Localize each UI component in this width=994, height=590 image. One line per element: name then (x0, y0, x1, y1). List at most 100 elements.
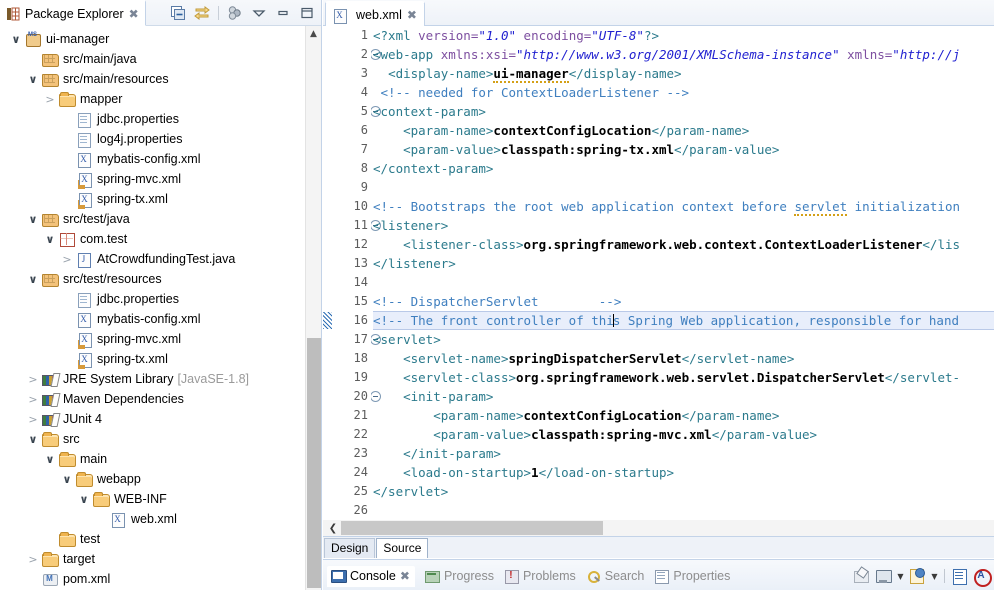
code-editor[interactable]: 1 2 3 4 5 6 7 8 9 10 11 12 13 14 15 16 17 18 19 20 21 22 23 24 2… (323, 26, 994, 520)
hscrollbar-thumb[interactable] (341, 521, 603, 535)
scroll-up-arrow-icon[interactable]: ▲ (306, 26, 321, 42)
expand-arrow-icon[interactable] (25, 393, 41, 406)
tree-item[interactable]: WEB-INF (0, 489, 306, 509)
code-line[interactable]: <?xml version="1.0" encoding="UTF-8"?> (373, 26, 994, 45)
tab-console[interactable]: Console ✖ (327, 565, 415, 587)
code-line[interactable]: </context-param> (373, 159, 994, 178)
minimize-icon[interactable] (273, 3, 293, 23)
expand-arrow-icon[interactable] (42, 93, 58, 106)
annotation-icon[interactable] (972, 567, 992, 587)
code-line[interactable]: <listener> (373, 216, 994, 235)
code-line[interactable]: </listener> (373, 254, 994, 273)
tree-item[interactable]: mybatis-config.xml (0, 309, 306, 329)
tree-item[interactable]: test (0, 529, 306, 549)
tree-item[interactable]: ui-manager (0, 29, 306, 49)
code-line[interactable]: <servlet-name>springDispatcherServlet</s… (373, 349, 994, 368)
tab-problems[interactable]: Problems (504, 569, 576, 584)
code-line[interactable] (373, 501, 994, 520)
scrollbar-thumb[interactable] (307, 338, 321, 588)
collapse-arrow-icon[interactable] (76, 493, 92, 506)
code-line[interactable]: <display-name>ui-manager</display-name> (373, 64, 994, 83)
tab-package-explorer[interactable]: Package Explorer ✖ (0, 0, 146, 26)
tree-item[interactable]: spring-mvc.xml (0, 169, 306, 189)
tree-item[interactable]: jdbc.properties (0, 289, 306, 309)
tree-item[interactable]: spring-mvc.xml (0, 329, 306, 349)
code-line[interactable]: <servlet-class>org.springframework.web.s… (373, 368, 994, 387)
tree-item[interactable]: mapper (0, 89, 306, 109)
scroll-left-arrow-icon[interactable]: ❮ (325, 520, 341, 536)
tree-item[interactable]: jdbc.properties (0, 109, 306, 129)
code-line[interactable]: <load-on-startup>1</load-on-startup> (373, 463, 994, 482)
explorer-vertical-scrollbar[interactable]: ▲ (305, 26, 321, 590)
tab-design[interactable]: Design (324, 538, 376, 558)
display-console-dropdown-icon[interactable]: ▼ (896, 572, 905, 581)
expand-arrow-icon[interactable] (25, 553, 41, 566)
tree-item[interactable]: src/test/java (0, 209, 306, 229)
tree-item[interactable]: webapp (0, 469, 306, 489)
tree-item[interactable]: spring-tx.xml (0, 349, 306, 369)
collapse-arrow-icon[interactable] (42, 453, 58, 466)
code-line[interactable]: <!-- The front controller of this Spring… (373, 311, 994, 330)
project-tree[interactable]: ui-manager src/main/java src/main/resource… (0, 26, 306, 590)
collapse-arrow-icon[interactable] (25, 73, 41, 86)
collapse-arrow-icon[interactable] (25, 273, 41, 286)
code-line[interactable]: <param-value>classpath:spring-tx.xml</pa… (373, 140, 994, 159)
design-source-tabs[interactable]: Design Source (323, 536, 994, 558)
tree-item[interactable]: src/main/java (0, 49, 306, 69)
tree-item[interactable]: JRE System Library[JavaSE-1.8] (0, 369, 306, 389)
code-line[interactable]: <init-param> (373, 387, 994, 406)
collapse-arrow-icon[interactable] (25, 213, 41, 226)
expand-arrow-icon[interactable] (59, 253, 75, 266)
code-line[interactable]: <param-name>contextConfigLocation</param… (373, 121, 994, 140)
tree-item[interactable]: mybatis-config.xml (0, 149, 306, 169)
code-line[interactable]: <web-app xmlns:xsi="http://www.w3.org/20… (373, 45, 994, 64)
tree-item[interactable]: spring-tx.xml (0, 189, 306, 209)
code-text[interactable]: <?xml version="1.0" encoding="UTF-8"?> <w… (373, 26, 994, 520)
editor-horizontal-scrollbar[interactable]: ❮ (323, 520, 994, 536)
collapse-arrow-icon[interactable] (8, 33, 24, 46)
close-icon[interactable]: ✖ (407, 9, 417, 21)
link-with-editor-icon[interactable] (192, 3, 212, 23)
open-console-icon[interactable] (908, 567, 927, 586)
open-console-dropdown-icon[interactable]: ▼ (930, 572, 939, 581)
pin-console-icon[interactable] (852, 567, 871, 586)
code-line[interactable] (373, 178, 994, 197)
expand-arrow-icon[interactable] (25, 373, 41, 386)
code-line[interactable]: <listener-class>org.springframework.web.… (373, 235, 994, 254)
tree-item[interactable]: target (0, 549, 306, 569)
close-icon[interactable]: ✖ (400, 570, 410, 582)
view-menu-filters-icon[interactable] (225, 3, 245, 23)
code-line[interactable]: <param-value>classpath:spring-mvc.xml</p… (373, 425, 994, 444)
collapse-arrow-icon[interactable] (25, 433, 41, 446)
tree-item[interactable]: Maven Dependencies (0, 389, 306, 409)
tab-properties[interactable]: Properties (654, 569, 730, 584)
tree-item[interactable]: com.test (0, 229, 306, 249)
expand-arrow-icon[interactable] (25, 413, 41, 426)
collapse-arrow-icon[interactable] (42, 233, 58, 246)
code-line[interactable]: </init-param> (373, 444, 994, 463)
document-icon[interactable] (950, 567, 969, 586)
code-line[interactable]: </servlet> (373, 482, 994, 501)
code-line[interactable]: <param-name>contextConfigLocation</param… (373, 406, 994, 425)
tree-item[interactable]: log4j.properties (0, 129, 306, 149)
code-line[interactable]: <servlet> (373, 330, 994, 349)
tree-item[interactable]: AtCrowdfundingTest.java (0, 249, 306, 269)
code-line[interactable]: <!-- needed for ContextLoaderListener --… (373, 83, 994, 102)
tree-item[interactable]: pom.xml (0, 569, 306, 589)
tab-web-xml[interactable]: web.xml ✖ (325, 1, 425, 26)
tree-item[interactable]: src/test/resources (0, 269, 306, 289)
code-line[interactable] (373, 273, 994, 292)
code-line[interactable]: <!-- Bootstraps the root web application… (373, 197, 994, 216)
tree-item[interactable]: src (0, 429, 306, 449)
maximize-icon[interactable] (297, 3, 317, 23)
tree-item[interactable]: JUnit 4 (0, 409, 306, 429)
tab-search[interactable]: Search (586, 569, 644, 584)
collapse-arrow-icon[interactable] (59, 473, 75, 486)
tab-source[interactable]: Source (376, 538, 429, 558)
tree-item[interactable]: src/main/resources (0, 69, 306, 89)
close-icon[interactable]: ✖ (129, 8, 139, 20)
view-menu-icon[interactable] (249, 3, 269, 23)
tab-progress[interactable]: Progress (424, 569, 494, 584)
code-line[interactable]: <context-param> (373, 102, 994, 121)
display-selected-console-icon[interactable] (874, 567, 893, 586)
